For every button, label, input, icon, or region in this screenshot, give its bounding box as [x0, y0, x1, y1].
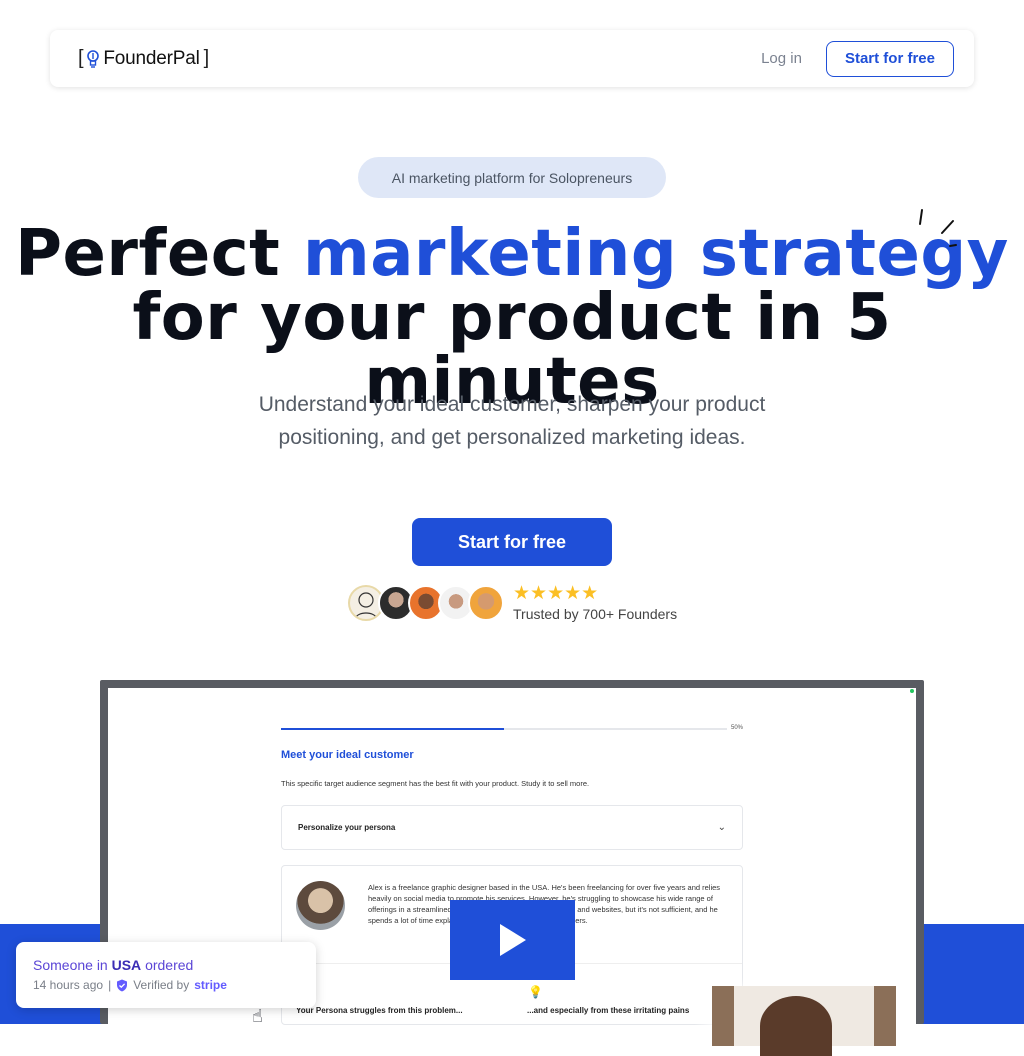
hero-subtitle: Understand your ideal customer, sharpen … — [0, 388, 1024, 454]
persona-photo — [296, 881, 345, 930]
hero-title-accent: marketing strategy — [303, 217, 1009, 291]
shield-check-icon — [117, 979, 128, 991]
rating-stars: ★★★★★ — [513, 583, 599, 604]
play-video-button[interactable] — [450, 900, 575, 980]
progress-label: 50% — [731, 725, 744, 731]
demo-heading: Meet your ideal customer — [281, 749, 414, 761]
lightbulb-icon — [87, 49, 100, 68]
avatar — [468, 585, 504, 621]
stripe-logo: stripe — [194, 978, 227, 992]
status-dot — [910, 689, 914, 693]
founder-video-bubble[interactable] — [690, 964, 920, 1056]
hero-badge: AI marketing platform for Solopreneurs — [358, 157, 666, 198]
logo-bracket-right: ] — [203, 47, 210, 69]
hero-start-button[interactable]: Start for free — [412, 518, 612, 566]
founder-avatars — [348, 585, 504, 621]
notification-message: Someone in USA ordered — [33, 957, 299, 973]
struggles-heading: Your Persona struggles from this problem… — [296, 1006, 463, 1015]
verified-text: Verified by — [133, 978, 190, 992]
hero-subtitle-line-2: positioning, and get personalized market… — [278, 426, 746, 449]
logo[interactable]: [ FounderPal ] — [78, 47, 209, 70]
notification-meta: 14 hours ago | Verified by stripe — [33, 978, 299, 992]
notification-prefix: Someone in — [33, 957, 108, 973]
login-link[interactable]: Log in — [761, 50, 802, 67]
chevron-down-icon: ⌄ — [717, 822, 726, 833]
logo-text: FounderPal — [103, 47, 200, 69]
video-person — [760, 996, 832, 1056]
hero-subtitle-line-1: Understand your ideal customer, sharpen … — [258, 393, 766, 416]
play-icon — [499, 924, 526, 956]
sparkle-icon — [919, 209, 957, 247]
irritating-heading: ...and especially from these irritating … — [527, 1006, 690, 1015]
hero-title-part: Perfect — [15, 217, 304, 291]
notification-country: USA — [111, 957, 142, 973]
separator: | — [108, 978, 112, 992]
progress-fill — [281, 728, 504, 730]
trusted-text: Trusted by 700+ Founders — [513, 606, 678, 622]
notification-suffix: ordered — [145, 957, 194, 973]
notification-time: 14 hours ago — [33, 978, 104, 992]
top-navbar: [ FounderPal ] Log in Start for free — [50, 30, 974, 87]
hero-title-line-1: Perfect marketing strategy — [0, 222, 1024, 286]
purchase-notification[interactable]: Someone in USA ordered 14 hours ago | Ve… — [16, 942, 316, 1008]
progress-bar — [281, 728, 727, 730]
lightbulb-icon: 💡 — [528, 985, 543, 999]
nav-actions: Log in Start for free — [761, 40, 954, 77]
demo-subheading: This specific target audience segment ha… — [281, 779, 590, 788]
persona-label: Personalize your persona — [298, 823, 396, 832]
logo-bracket-left: [ — [78, 47, 84, 69]
header-start-button[interactable]: Start for free — [825, 40, 954, 77]
personalize-persona-dropdown[interactable]: Personalize your persona ⌄ — [281, 805, 743, 850]
